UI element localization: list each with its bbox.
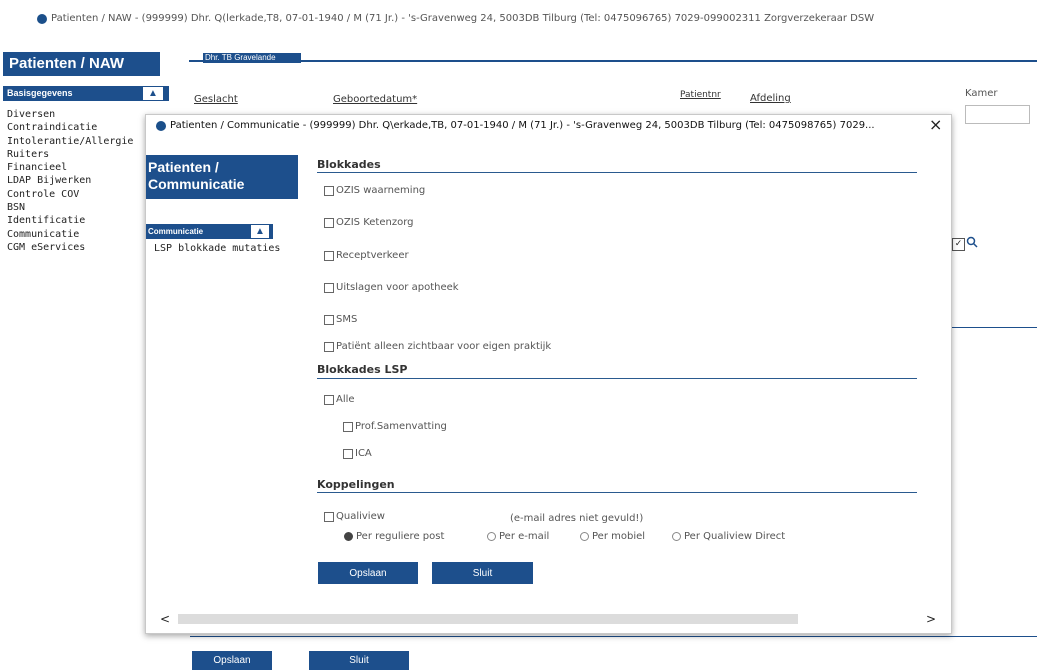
checkbox-label: OZIS waarneming [336,185,426,196]
checkbox-label: Alle [336,394,355,405]
dialog-title: Patienten / Communicatie - (999999) Dhr.… [170,120,875,131]
radio-per-email[interactable]: Per e-mail [487,531,549,542]
checkbox[interactable] [343,448,353,459]
dialog-section-label: Communicatie [148,227,204,236]
checkbox-label: Qualiview [336,511,385,522]
dropdown-check[interactable]: ✓ [952,238,965,251]
dialog-sidebar-item-lsp[interactable]: LSP blokkade mutaties [154,242,280,255]
checkbox-prof-samenvatting[interactable]: Prof.Samenvatting [343,421,447,432]
checkbox[interactable] [324,217,334,228]
dialog-save-button[interactable]: Opslaan [318,562,418,584]
window-title: Patienten / NAW - (999999) Dhr. Q(lerkad… [51,13,875,24]
label-afdeling: Afdeling [750,93,791,104]
radio-label: Per mobiel [592,531,646,542]
checkbox-label: Uitslagen voor apotheek [336,282,459,293]
window-titlebar: Patienten / NAW - (999999) Dhr. Q(lerkad… [37,13,874,24]
horizontal-scrollbar[interactable]: < > [156,612,941,626]
checkbox-ozis-ketenzorg[interactable]: OZIS Ketenzorg [324,217,413,228]
background-footer-rule [190,636,1037,637]
scroll-left-icon[interactable]: < [160,612,170,626]
dialog-titlebar: Patienten / Communicatie - (999999) Dhr.… [156,120,875,131]
sidebar-item-contraindicatie[interactable]: Contraindicatie [7,121,133,134]
sidebar-item-communicatie[interactable]: Communicatie [7,228,133,241]
scroll-right-icon[interactable]: > [926,612,936,626]
radio-label: Per e-mail [499,531,550,542]
sidebar-item-diversen[interactable]: Diversen [7,108,133,121]
checkbox-label: Patiënt alleen zichtbaar voor eigen prak… [336,341,552,352]
search-icon[interactable] [966,236,978,251]
koppelingen-rule [317,492,917,493]
label-geslacht: Geslacht [194,94,238,105]
blokkades-lsp-heading: Blokkades LSP [317,363,408,376]
checkbox-uitslagen[interactable]: Uitslagen voor apotheek [324,282,459,293]
email-warning: (e-mail adres niet gevuld!) [510,513,644,524]
checkbox-ozis-waarneming[interactable]: OZIS waarneming [324,185,425,196]
checkbox-label: Prof.Samenvatting [355,421,447,432]
radio-button[interactable] [672,532,681,541]
checkbox-ica[interactable]: ICA [343,448,372,459]
chevron-up-icon[interactable]: ▲ [251,225,269,238]
label-geboortedatum: Geboortedatum* [333,94,418,105]
blokkades-lsp-rule [317,378,917,379]
scrollbar-thumb[interactable] [178,614,798,624]
dialog-section-communicatie[interactable]: Communicatie ▲ [146,224,273,239]
label-patientnr: Patientnr [680,90,721,100]
background-close-button[interactable]: Sluit [309,651,409,670]
dialog-close-button[interactable]: Sluit [432,562,533,584]
sidebar-item-ldap[interactable]: LDAP Bijwerken [7,174,133,187]
app-icon [156,120,166,131]
checkbox[interactable] [324,282,334,293]
sidebar-list: Diversen Contraindicatie Intolerantie/Al… [7,108,133,254]
checkbox[interactable] [324,511,334,522]
blokkades-rule [317,172,917,173]
radio-button[interactable] [344,532,353,541]
checkbox-label: SMS [336,314,358,325]
sidebar-item-financieel[interactable]: Financieel [7,161,133,174]
koppelingen-heading: Koppelingen [317,478,395,491]
checkbox-alle[interactable]: Alle [324,394,355,405]
tab-bar-rule [189,60,1037,62]
radio-button[interactable] [580,532,589,541]
radio-per-qualiview-direct[interactable]: Per Qualiview Direct [672,531,785,542]
checkbox[interactable] [324,250,334,261]
checkbox[interactable] [324,314,334,325]
background-save-button[interactable]: Opslaan [192,651,272,670]
checkbox-eigen-praktijk[interactable]: Patiënt alleen zichtbaar voor eigen prak… [324,341,551,352]
checkbox-sms[interactable]: SMS [324,314,357,325]
checkbox[interactable] [343,421,353,432]
sidebar-item-bsn[interactable]: BSN [7,201,133,214]
sidebar-item-controle-cov[interactable]: Controle COV [7,188,133,201]
checkbox[interactable] [324,185,334,196]
tab-patient[interactable]: Dhr. TB Gravelande [203,53,301,63]
sidebar-item-cgm-eservices[interactable]: CGM eServices [7,241,133,254]
sidebar-item-ruiters[interactable]: Ruiters [7,148,133,161]
close-icon[interactable]: × [929,117,942,133]
dialog-side-heading: Patienten / Communicatie [146,155,298,199]
kamer-input[interactable] [965,105,1030,124]
page-title: Patienten / NAW [3,52,160,76]
checkbox-label: OZIS Ketenzorg [336,217,414,228]
checkbox[interactable] [324,394,334,405]
radio-per-mobiel[interactable]: Per mobiel [580,531,645,542]
chevron-up-icon[interactable]: ▲ [143,87,163,100]
checkbox-qualiview[interactable]: Qualiview [324,511,385,522]
sidebar-section-label: Basisgegevens [7,88,73,98]
app-icon [37,13,47,24]
radio-per-reguliere-post[interactable]: Per reguliere post [344,531,444,542]
radio-button[interactable] [487,532,496,541]
label-kamer: Kamer [965,88,998,99]
checkbox-receptverkeer[interactable]: Receptverkeer [324,250,409,261]
checkbox-label: ICA [355,448,372,459]
checkbox-label: Receptverkeer [336,250,409,261]
sidebar-section-basisgegevens[interactable]: Basisgegevens ▲ [3,86,169,101]
communicatie-dialog: Patienten / Communicatie - (999999) Dhr.… [145,114,952,634]
sidebar-item-identificatie[interactable]: Identificatie [7,214,133,227]
checkbox[interactable] [324,341,334,352]
background-rule [952,327,1037,328]
blokkades-heading: Blokkades [317,158,381,171]
radio-label: Per Qualiview Direct [684,531,786,542]
sidebar-item-intolerantie[interactable]: Intolerantie/Allergie [7,135,133,148]
radio-label: Per reguliere post [356,531,445,542]
